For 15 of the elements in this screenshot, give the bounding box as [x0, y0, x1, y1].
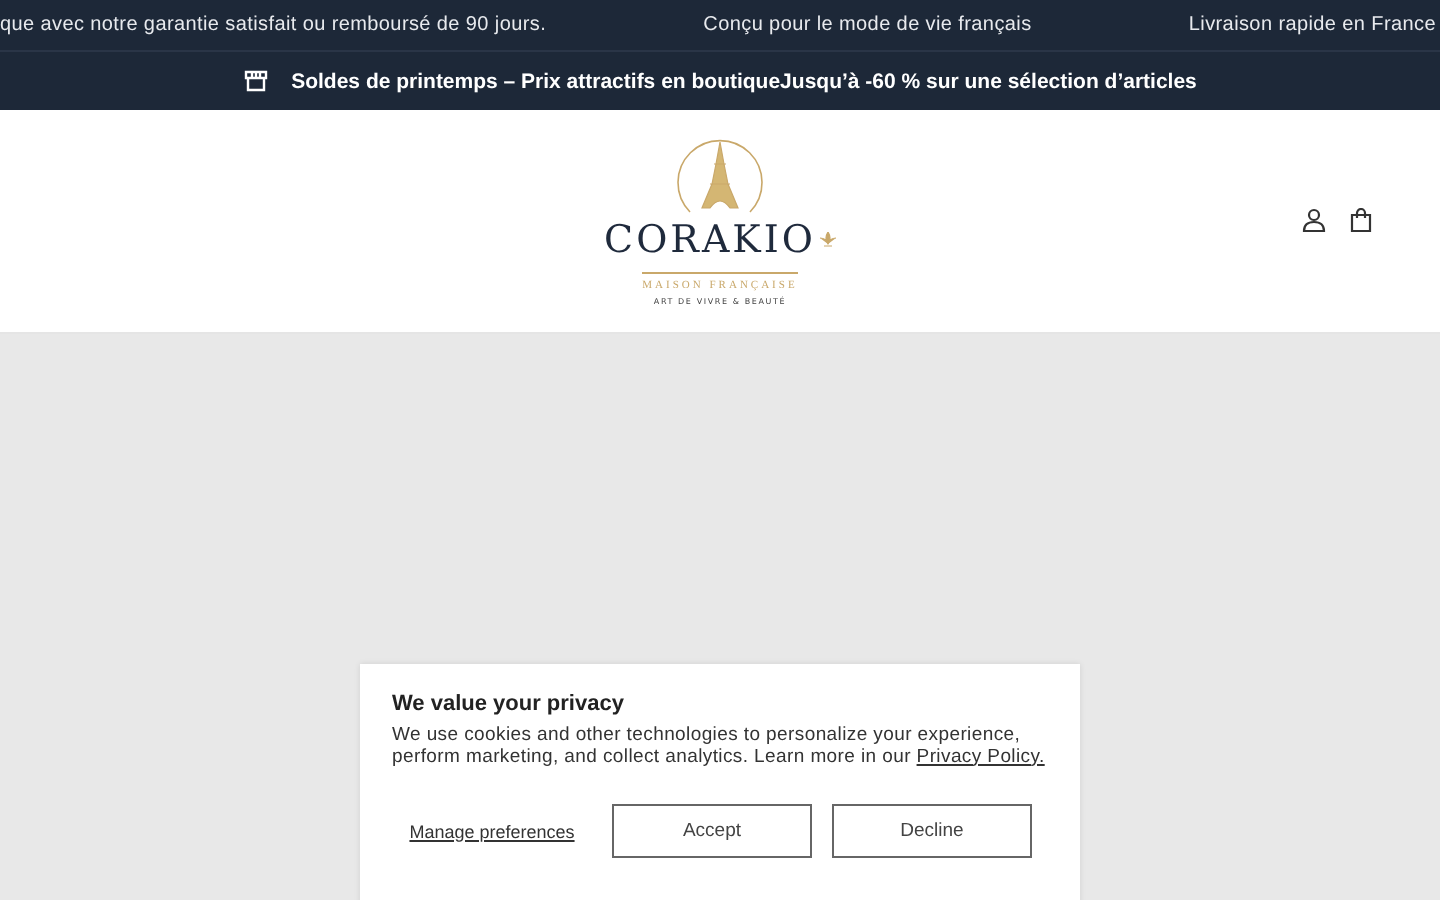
manage-preferences-link[interactable]: Manage preferences — [392, 821, 592, 841]
shopping-bag-icon[interactable] — [1350, 208, 1372, 232]
banner-title: We value your privacy — [392, 692, 626, 716]
logo-wordmark: CORAKIO — [604, 220, 816, 260]
store-icon — [243, 70, 268, 92]
announcement-text: Livraison rapide en France — [1188, 14, 1436, 36]
announcement-text: que avec notre garantie satisfait ou remboursé de 90 jours. — [0, 14, 547, 36]
banner-text: We use cookies and other technologies to personalize your experience, perform marketing, and collect analytics. Learn more in our Privacy Policy. — [392, 726, 1047, 768]
banner-button[interactable]: Accept — [612, 804, 812, 858]
banner-button[interactable]: Decline — [832, 804, 1032, 858]
announcement-text: Conçu pour le mode de vie français — [703, 14, 1032, 36]
account-icon[interactable] — [1302, 208, 1326, 232]
promo-text: Soldes de printemps – Prix attractifs en boutiqueJusqu’à -60 % sur une sélection d’articles — [291, 69, 1197, 93]
privacy-link[interactable]: Privacy Policy. — [916, 745, 1045, 767]
fleur-de-lis-icon — [819, 231, 836, 249]
